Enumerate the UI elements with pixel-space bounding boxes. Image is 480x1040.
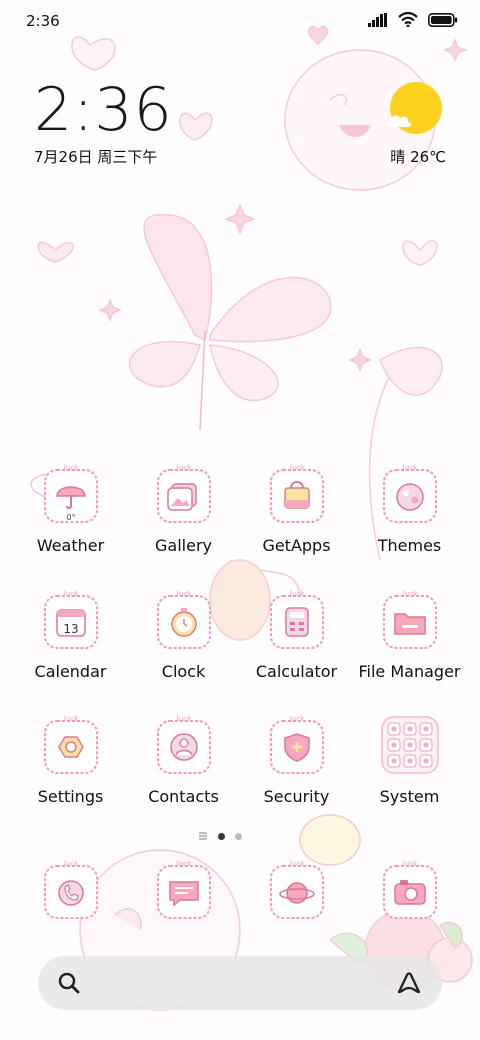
calendar-day: 13	[63, 622, 78, 636]
app-calendar[interactable]: 13 luck Calendar	[14, 582, 127, 692]
weather-badge: 0°	[66, 513, 75, 522]
minus-one-screen-indicator-icon	[199, 832, 207, 840]
clock-widget-date: 7月26日 周三下午	[34, 148, 158, 166]
app-label: Clock	[161, 662, 206, 681]
folder-icon: luck	[383, 590, 437, 649]
app-getapps[interactable]: luck GetApps	[240, 456, 353, 566]
app-label: Themes	[377, 536, 442, 555]
app-contacts[interactable]: luck Contacts	[127, 707, 240, 817]
app-label: Settings	[37, 787, 104, 806]
icon-frame-text: luck	[290, 464, 305, 472]
icon-frame-text: luck	[290, 715, 305, 723]
browser-planet-icon: luck	[270, 860, 324, 919]
wifi-icon	[398, 12, 418, 27]
app-label: File Manager	[358, 662, 461, 681]
app-calculator[interactable]: luck Calculator	[240, 582, 353, 692]
calculator-icon: luck	[270, 590, 324, 649]
app-label: Weather	[36, 536, 105, 555]
phone-icon: luck	[44, 860, 98, 919]
status-icons	[368, 12, 458, 27]
dock-browser[interactable]: luck	[240, 852, 353, 932]
app-folder-system[interactable]: System	[353, 707, 466, 817]
calendar-icon: 13 luck	[44, 590, 98, 649]
status-time: 2:36	[26, 12, 60, 30]
icon-frame-text: luck	[290, 590, 305, 598]
camera-icon: luck	[383, 860, 437, 919]
shopping-bag-icon: luck	[270, 464, 324, 523]
icon-frame-text: luck	[64, 590, 79, 598]
icon-frame-text: luck	[403, 590, 418, 598]
gear-icon: luck	[44, 715, 98, 774]
icon-frame-text: luck	[177, 590, 192, 598]
app-label: Gallery	[155, 536, 212, 555]
page-dot-active	[218, 832, 225, 840]
icon-frame-text: luck	[64, 715, 79, 723]
palette-icon: luck	[383, 464, 437, 523]
app-weather[interactable]: 0° luck Weather	[14, 456, 127, 566]
app-label: Contacts	[148, 787, 219, 806]
weather-condition-temperature: 晴 26℃	[390, 148, 446, 166]
app-themes[interactable]: luck Themes	[353, 456, 466, 566]
icon-frame-text: luck	[403, 860, 418, 868]
shield-plus-icon: luck	[270, 715, 324, 774]
search-bar[interactable]	[38, 956, 442, 1010]
app-settings[interactable]: luck Settings	[14, 707, 127, 817]
cellular-signal-icon	[368, 12, 387, 27]
photos-icon: luck	[157, 464, 211, 523]
app-label: Calculator	[255, 662, 338, 681]
app-gallery[interactable]: luck Gallery	[127, 456, 240, 566]
icon-frame-text: luck	[403, 464, 418, 472]
dock-messages[interactable]: luck	[127, 852, 240, 932]
icon-frame-text: luck	[177, 860, 192, 868]
page-dot	[235, 832, 242, 840]
person-icon: luck	[157, 715, 211, 774]
search-input[interactable]	[98, 966, 372, 1002]
app-security[interactable]: luck Security	[240, 707, 353, 817]
dock-camera[interactable]: luck	[353, 852, 466, 932]
assistant-icon[interactable]	[394, 968, 424, 998]
app-label: Security	[263, 787, 330, 806]
message-icon: luck	[157, 860, 211, 919]
folder-grid-icon	[381, 716, 439, 774]
icon-frame-text: luck	[177, 464, 192, 472]
weather-widget[interactable]: 晴 26℃	[346, 82, 446, 172]
status-bar: 2:36	[0, 0, 480, 40]
app-label: System	[379, 787, 440, 806]
dock: luck luck luck luck	[14, 852, 466, 932]
search-icon[interactable]	[56, 970, 82, 996]
app-label: GetApps	[262, 536, 331, 555]
clock-widget-time: 2:36	[34, 75, 173, 145]
page-indicator[interactable]	[198, 828, 288, 844]
app-label: Calendar	[34, 662, 107, 681]
stopwatch-icon: luck	[157, 590, 211, 649]
icon-frame-text: luck	[290, 860, 305, 868]
app-file-manager[interactable]: luck File Manager	[353, 582, 466, 692]
dock-phone[interactable]: luck	[14, 852, 127, 932]
app-clock[interactable]: luck Clock	[127, 582, 240, 692]
battery-icon	[428, 12, 458, 27]
icon-frame-text: luck	[177, 715, 192, 723]
icon-frame-text: luck	[64, 860, 79, 868]
cloud-icon	[387, 115, 411, 127]
icon-frame-text: luck	[64, 464, 79, 472]
clock-widget[interactable]: 2:36 7月26日 周三下午	[34, 78, 173, 167]
umbrella-icon: 0° luck	[44, 464, 98, 523]
